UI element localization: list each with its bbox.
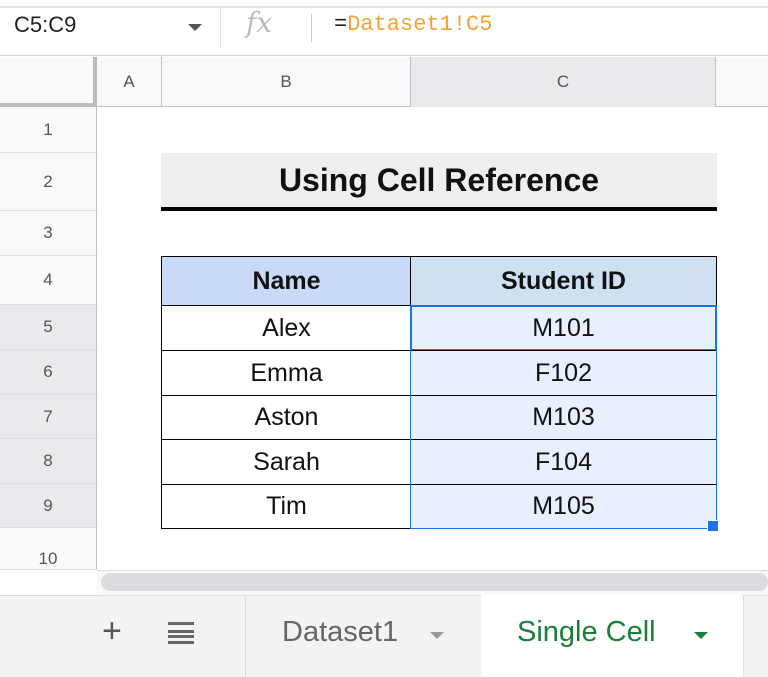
divider [245, 595, 246, 677]
row-header[interactable]: 10 [0, 528, 97, 570]
table-header-student-id[interactable]: Student ID [410, 256, 717, 306]
table-cell-name[interactable]: Alex [161, 305, 412, 351]
row-header[interactable]: 6 [0, 350, 97, 395]
formula-equals: = [334, 12, 348, 37]
row-header[interactable]: 1 [0, 107, 97, 153]
column-header-a[interactable]: A [97, 57, 162, 107]
horizontal-scrollbar[interactable] [101, 573, 768, 591]
row-header[interactable]: 7 [0, 395, 97, 439]
sheet-title[interactable]: Using Cell Reference [161, 153, 717, 211]
tab-dropdown-icon[interactable] [430, 632, 444, 639]
row-header[interactable]: 8 [0, 439, 97, 484]
select-all-corner[interactable] [0, 57, 97, 107]
fill-handle[interactable] [707, 520, 719, 532]
table-cell-name[interactable]: Emma [161, 350, 412, 396]
table-cell-student-id[interactable]: M105 [410, 484, 717, 529]
table-header-name[interactable]: Name [161, 256, 412, 306]
add-sheet-button[interactable]: + [102, 612, 122, 651]
table-cell-name[interactable]: Sarah [161, 439, 412, 485]
sheet-tab-dataset1[interactable]: Dataset1 [282, 616, 398, 649]
row-header[interactable]: 9 [0, 484, 97, 528]
row-header[interactable]: 5 [0, 305, 97, 350]
formula-reference: Dataset1!C5 [347, 12, 493, 37]
name-box[interactable]: C5:C9 [14, 12, 76, 38]
divider [311, 14, 312, 42]
fx-icon: fx [246, 6, 273, 39]
row-header[interactable]: 4 [0, 256, 97, 305]
table-cell-student-id[interactable]: M103 [410, 395, 717, 440]
sheet-tab-single-cell[interactable]: Single Cell [517, 616, 656, 649]
column-header-b[interactable]: B [162, 57, 411, 107]
table-cell-student-id[interactable]: F104 [410, 439, 717, 485]
divider [220, 8, 221, 48]
table-cell-student-id[interactable]: F102 [410, 350, 717, 396]
formula-input[interactable]: =Dataset1!C5 [334, 12, 492, 37]
row-header[interactable]: 2 [0, 153, 97, 211]
tab-dropdown-icon[interactable] [694, 632, 708, 639]
all-sheets-menu-icon[interactable] [168, 622, 194, 644]
name-box-dropdown-icon[interactable] [188, 24, 202, 31]
column-header-c[interactable]: C [411, 57, 716, 107]
table-cell-name[interactable]: Tim [161, 484, 412, 529]
column-header-bar: A B C [0, 57, 768, 107]
table-cell-student-id-active[interactable]: M101 [410, 305, 717, 351]
row-header[interactable]: 3 [0, 211, 97, 256]
table-cell-name[interactable]: Aston [161, 395, 412, 440]
top-divider [0, 0, 768, 8]
